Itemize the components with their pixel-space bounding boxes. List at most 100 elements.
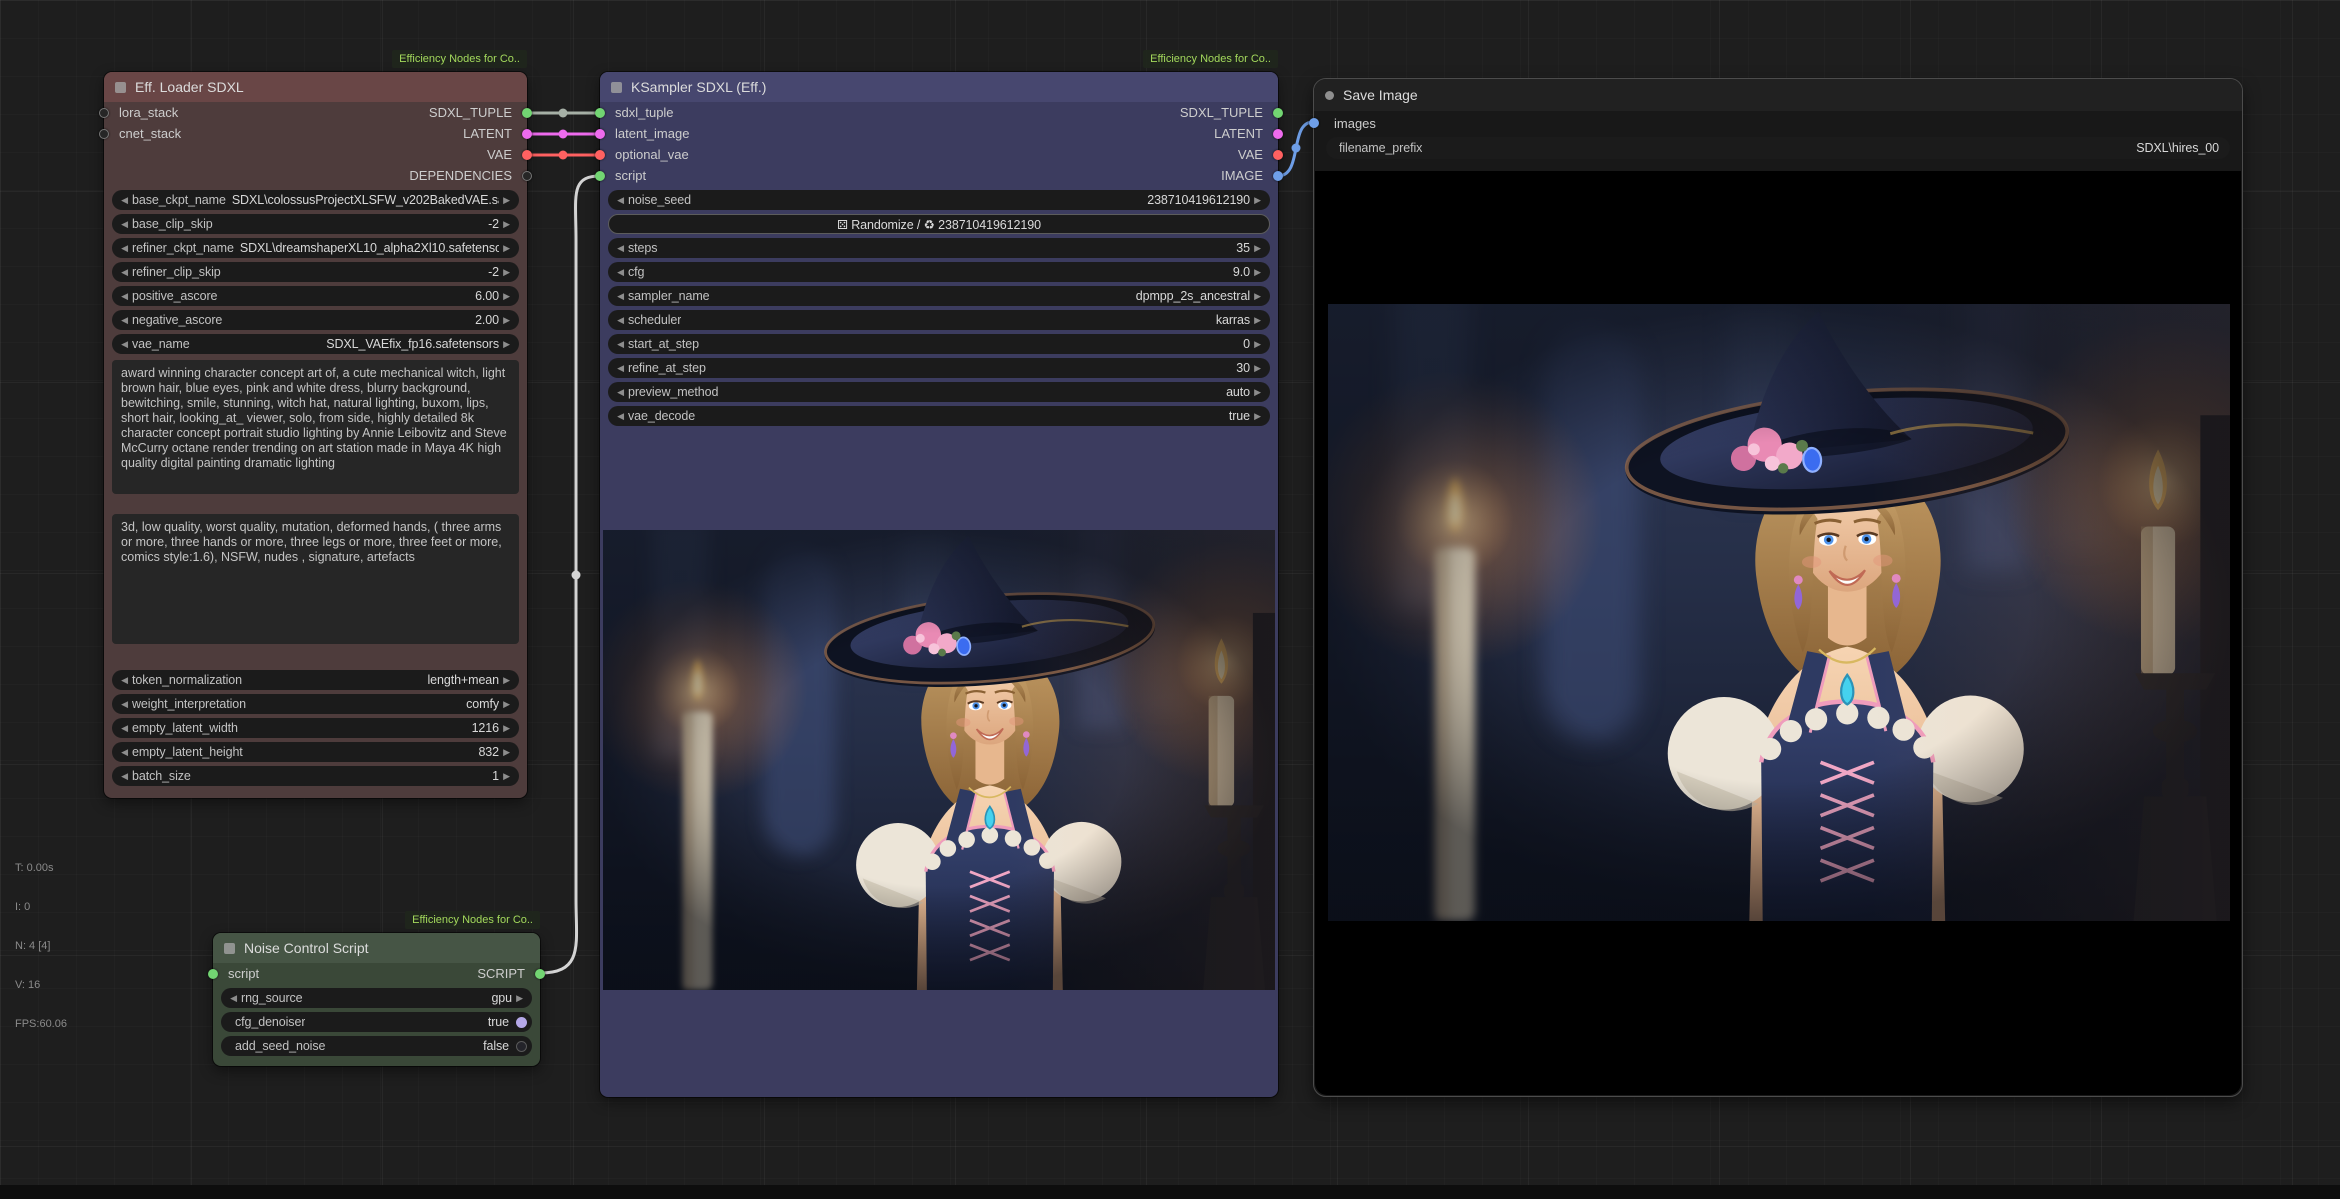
widget-start-at-step[interactable]: ◀ start_at_step 0 ▶ (608, 334, 1270, 354)
increment-arrow-icon[interactable]: ▶ (499, 267, 514, 278)
widget-rng-source[interactable]: ◀ rng_source gpu ▶ (221, 988, 532, 1008)
decrement-arrow-icon[interactable]: ◀ (117, 723, 132, 734)
widget-vae-name[interactable]: ◀ vae_name SDXL_VAEfix_fp16.safetensors … (112, 334, 519, 354)
increment-arrow-icon[interactable]: ▶ (499, 339, 514, 350)
widget-positive-ascore[interactable]: ◀ positive_ascore 6.00 ▶ (112, 286, 519, 306)
widget-empty-latent-height[interactable]: ◀ empty_latent_height 832 ▶ (112, 742, 519, 762)
node-collapse-icon[interactable] (611, 82, 622, 93)
output-port-sdxl-tuple[interactable] (1273, 108, 1283, 118)
node-collapse-icon[interactable] (1325, 91, 1334, 100)
widget-preview-method[interactable]: ◀ preview_method auto ▶ (608, 382, 1270, 402)
widget-token-normalization[interactable]: ◀ token_normalization length+mean ▶ (112, 670, 519, 690)
decrement-arrow-icon[interactable]: ◀ (613, 315, 628, 326)
increment-arrow-icon[interactable]: ▶ (1250, 291, 1265, 302)
input-port-latent-image[interactable] (595, 129, 605, 139)
output-port-dependencies[interactable] (522, 171, 532, 181)
toggle-off-indicator[interactable] (516, 1041, 527, 1052)
input-port-lora-stack[interactable] (99, 108, 109, 118)
decrement-arrow-icon[interactable]: ◀ (117, 747, 132, 758)
decrement-arrow-icon[interactable]: ◀ (117, 219, 132, 230)
widget-refine-at-step[interactable]: ◀ refine_at_step 30 ▶ (608, 358, 1270, 378)
node-eff-loader-sdxl[interactable]: Eff. Loader SDXL lora_stack SDXL_TUPLE c… (104, 72, 527, 798)
output-port-latent[interactable] (522, 129, 532, 139)
decrement-arrow-icon[interactable]: ◀ (117, 771, 132, 782)
decrement-arrow-icon[interactable]: ◀ (613, 387, 628, 398)
decrement-arrow-icon[interactable]: ◀ (613, 243, 628, 254)
increment-arrow-icon[interactable]: ▶ (1250, 339, 1265, 350)
increment-arrow-icon[interactable]: ▶ (1250, 267, 1265, 278)
increment-arrow-icon[interactable]: ▶ (499, 723, 514, 734)
increment-arrow-icon[interactable]: ▶ (499, 219, 514, 230)
increment-arrow-icon[interactable]: ▶ (1250, 387, 1265, 398)
decrement-arrow-icon[interactable]: ◀ (117, 267, 132, 278)
increment-arrow-icon[interactable]: ▶ (499, 315, 514, 326)
decrement-arrow-icon[interactable]: ◀ (613, 195, 628, 206)
increment-arrow-icon[interactable]: ▶ (499, 195, 514, 206)
decrement-arrow-icon[interactable]: ◀ (613, 363, 628, 374)
increment-arrow-icon[interactable]: ▶ (1250, 195, 1265, 206)
widget-add-seed-noise[interactable]: add_seed_noise false (221, 1036, 532, 1056)
widget-base-clip-skip[interactable]: ◀ base_clip_skip -2 ▶ (112, 214, 519, 234)
output-port-script[interactable] (535, 969, 545, 979)
output-port-latent[interactable] (1273, 129, 1283, 139)
decrement-arrow-icon[interactable]: ◀ (117, 291, 132, 302)
decrement-arrow-icon[interactable]: ◀ (117, 243, 132, 254)
input-port-script[interactable] (208, 969, 218, 979)
increment-arrow-icon[interactable]: ▶ (1250, 243, 1265, 254)
input-port-images[interactable] (1309, 118, 1319, 128)
input-port-cnet-stack[interactable] (99, 129, 109, 139)
randomize-seed-button[interactable]: ⚄ Randomize / ♻ 238710419612190 (608, 214, 1270, 234)
decrement-arrow-icon[interactable]: ◀ (613, 267, 628, 278)
input-port-script[interactable] (595, 171, 605, 181)
widget-cfg-denoiser[interactable]: cfg_denoiser true (221, 1012, 532, 1032)
decrement-arrow-icon[interactable]: ◀ (226, 993, 241, 1004)
widget-empty-latent-width[interactable]: ◀ empty_latent_width 1216 ▶ (112, 718, 519, 738)
increment-arrow-icon[interactable]: ▶ (499, 243, 514, 254)
widget-refiner-ckpt-name[interactable]: ◀ refiner_ckpt_name SDXL\dreamshaperXL10… (112, 238, 519, 258)
node-noise-control-script[interactable]: Noise Control Script script SCRIPT ◀ rng… (213, 933, 540, 1066)
increment-arrow-icon[interactable]: ▶ (1250, 363, 1265, 374)
input-port-sdxl-tuple[interactable] (595, 108, 605, 118)
positive-prompt-textarea[interactable]: award winning character concept art of, … (112, 360, 519, 494)
node-titlebar[interactable]: Eff. Loader SDXL (104, 72, 527, 102)
widget-refiner-clip-skip[interactable]: ◀ refiner_clip_skip -2 ▶ (112, 262, 519, 282)
widget-steps[interactable]: ◀ steps 35 ▶ (608, 238, 1270, 258)
widget-filename-prefix[interactable]: filename_prefix SDXL\hires_00 (1326, 137, 2230, 159)
decrement-arrow-icon[interactable]: ◀ (117, 315, 132, 326)
decrement-arrow-icon[interactable]: ◀ (613, 291, 628, 302)
node-collapse-icon[interactable] (115, 82, 126, 93)
widget-base-ckpt-name[interactable]: ◀ base_ckpt_name SDXL\colossusProjectXLS… (112, 190, 519, 210)
increment-arrow-icon[interactable]: ▶ (512, 993, 527, 1004)
widget-scheduler[interactable]: ◀ scheduler karras ▶ (608, 310, 1270, 330)
decrement-arrow-icon[interactable]: ◀ (117, 339, 132, 350)
input-port-optional-vae[interactable] (595, 150, 605, 160)
increment-arrow-icon[interactable]: ▶ (499, 291, 514, 302)
decrement-arrow-icon[interactable]: ◀ (117, 675, 132, 686)
increment-arrow-icon[interactable]: ▶ (1250, 315, 1265, 326)
output-port-sdxl-tuple[interactable] (522, 108, 532, 118)
node-titlebar[interactable]: Save Image (1314, 79, 2242, 111)
increment-arrow-icon[interactable]: ▶ (499, 747, 514, 758)
widget-vae-decode[interactable]: ◀ vae_decode true ▶ (608, 406, 1270, 426)
negative-prompt-textarea[interactable]: 3d, low quality, worst quality, mutation… (112, 514, 519, 644)
node-collapse-icon[interactable] (224, 943, 235, 954)
widget-batch-size[interactable]: ◀ batch_size 1 ▶ (112, 766, 519, 786)
increment-arrow-icon[interactable]: ▶ (1250, 411, 1265, 422)
increment-arrow-icon[interactable]: ▶ (499, 699, 514, 710)
toggle-on-indicator[interactable] (516, 1017, 527, 1028)
node-ksampler-sdxl-eff[interactable]: KSampler SDXL (Eff.) sdxl_tuple SDXL_TUP… (600, 72, 1278, 1097)
node-save-image[interactable]: Save Image images filename_prefix SDXL\h… (1313, 78, 2243, 1097)
increment-arrow-icon[interactable]: ▶ (499, 771, 514, 782)
widget-sampler-name[interactable]: ◀ sampler_name dpmpp_2s_ancestral ▶ (608, 286, 1270, 306)
node-titlebar[interactable]: KSampler SDXL (Eff.) (600, 72, 1278, 102)
widget-noise-seed[interactable]: ◀ noise_seed 238710419612190 ▶ (608, 190, 1270, 210)
decrement-arrow-icon[interactable]: ◀ (117, 195, 132, 206)
widget-cfg[interactable]: ◀ cfg 9.0 ▶ (608, 262, 1270, 282)
output-port-vae[interactable] (1273, 150, 1283, 160)
decrement-arrow-icon[interactable]: ◀ (613, 339, 628, 350)
node-titlebar[interactable]: Noise Control Script (213, 933, 540, 963)
output-port-image[interactable] (1273, 171, 1283, 181)
widget-weight-interpretation[interactable]: ◀ weight_interpretation comfy ▶ (112, 694, 519, 714)
node-graph-canvas[interactable]: Efficiency Nodes for Co.. Efficiency Nod… (0, 0, 2340, 1199)
decrement-arrow-icon[interactable]: ◀ (613, 411, 628, 422)
